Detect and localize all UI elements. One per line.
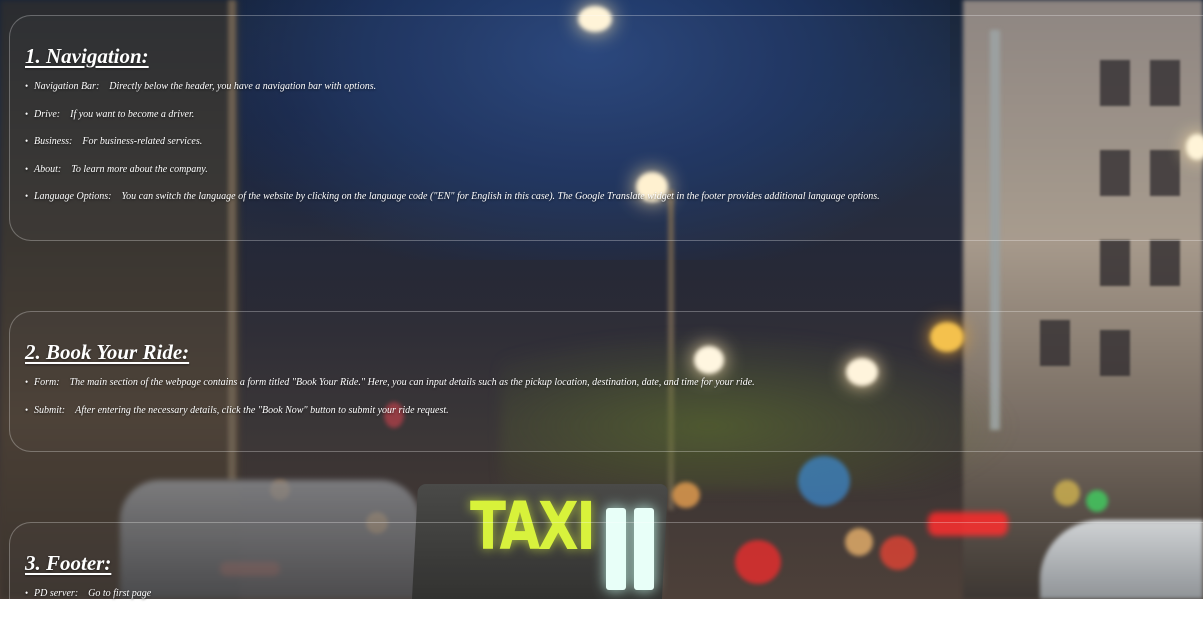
section-book-your-ride: 2. Book Your Ride: • Form: The main sectio… [9, 311, 1203, 452]
item-text: Directly below the header, you have a na… [109, 81, 377, 92]
section-list: • Form: The main section of the webpage co… [25, 369, 1203, 424]
item-term: Language Options: [34, 191, 112, 202]
section-heading: 2. Book Your Ride: [25, 340, 190, 364]
list-item: • PD server: Go to first page [25, 580, 1203, 608]
list-item: • Submit: After entering the necessary det… [25, 397, 1203, 425]
item-term: Submit: [34, 404, 66, 416]
bullet-icon: • [25, 404, 29, 415]
item-term: Navigation Bar: [34, 81, 100, 92]
item-text: For business-related services. [82, 136, 203, 147]
bullet-icon: • [25, 191, 29, 201]
section-navigation: 1. Navigation: • Navigation Bar: Directly … [9, 15, 1203, 241]
item-text: The main section of the webpage contains… [69, 377, 755, 388]
item-term: Drive: [34, 108, 61, 120]
list-item: • Drive: If you want to become a driver. [25, 101, 1203, 129]
section-list: • Navigation Bar: Directly below the heade… [25, 73, 1203, 211]
list-item: • Navigation Bar: Directly below the heade… [25, 73, 1203, 101]
bokeh-light [672, 482, 700, 508]
list-item: • About: To learn more about the company. [25, 156, 1203, 184]
bullet-icon: • [25, 136, 29, 146]
bokeh-light [798, 456, 850, 506]
item-term: About: [34, 163, 62, 175]
bullet-icon: • [25, 81, 29, 91]
list-item: • Business: For business-related services. [25, 128, 1203, 156]
bokeh-light [1054, 480, 1080, 506]
list-item: • Language Options: You can switch the lan… [25, 183, 1203, 211]
item-text: You can switch the language of the websi… [121, 191, 880, 202]
bullet-icon: • [25, 377, 29, 387]
item-term: Form: [34, 377, 60, 388]
item-text: After entering the necessary details, cl… [75, 404, 449, 416]
section-footer: 3. Footer: • PD server: Go to first page [9, 522, 1203, 642]
bokeh-light [1086, 490, 1108, 512]
bullet-icon: • [25, 108, 29, 119]
section-heading: 3. Footer: [25, 551, 112, 575]
list-item: • Form: The main section of the webpage co… [25, 369, 1203, 397]
background-window [1100, 240, 1130, 286]
item-term: Business: [34, 136, 73, 147]
item-text: To learn more about the company. [71, 163, 208, 175]
section-list: • PD server: Go to first page [25, 580, 1203, 608]
item-text: Go to first page [88, 588, 152, 599]
item-text: If you want to become a driver. [70, 108, 195, 120]
section-heading: 1. Navigation: [25, 44, 149, 68]
item-term: PD server: [34, 588, 79, 599]
bullet-icon: • [25, 163, 29, 174]
bullet-icon: • [25, 588, 29, 598]
background-window [1150, 240, 1180, 286]
